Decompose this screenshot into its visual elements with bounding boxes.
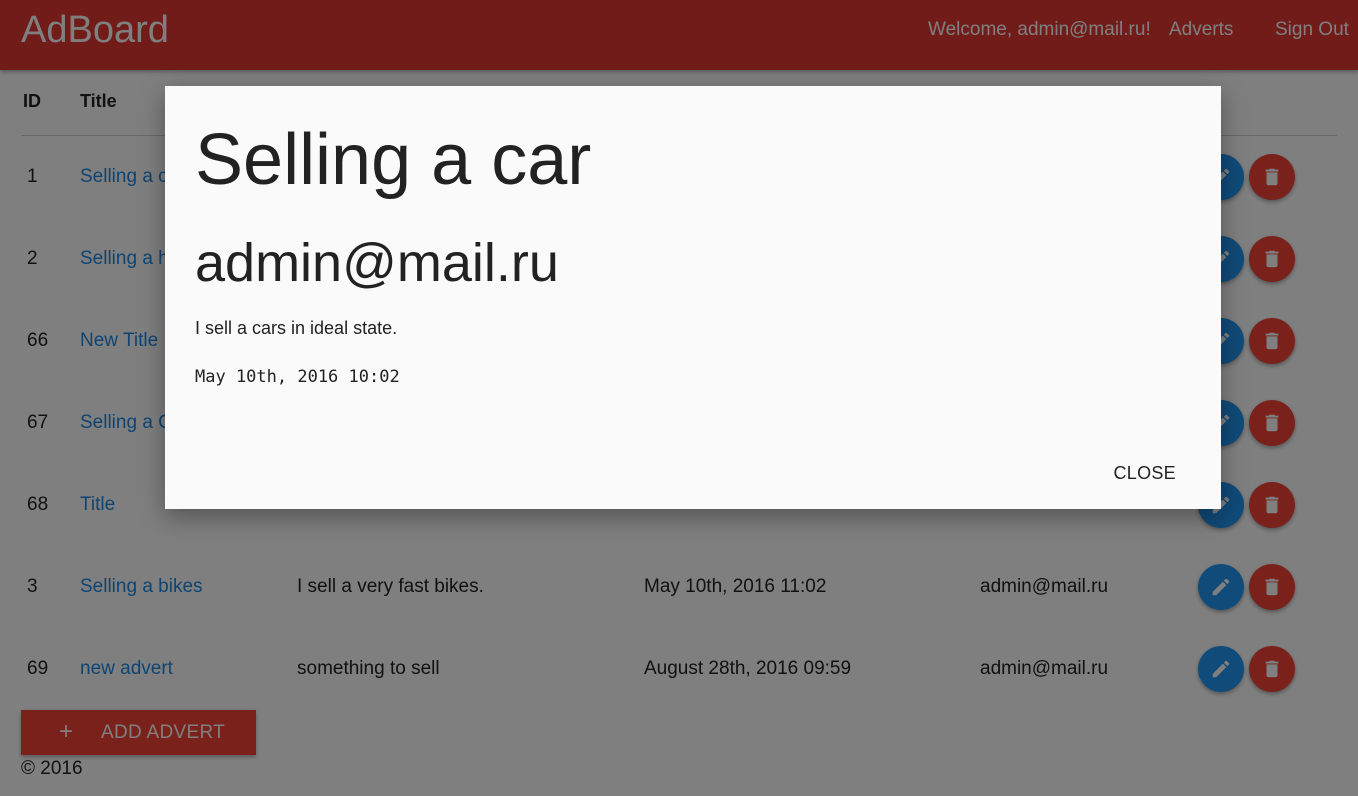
modal-user: admin@mail.ru: [195, 233, 559, 293]
advert-modal: Selling a car admin@mail.ru I sell a car…: [165, 86, 1221, 509]
modal-title: Selling a car: [195, 120, 592, 200]
modal-text: I sell a cars in ideal state.: [195, 318, 398, 338]
close-button[interactable]: CLOSE: [1113, 462, 1176, 484]
modal-date: May 10th, 2016 10:02: [195, 367, 400, 387]
